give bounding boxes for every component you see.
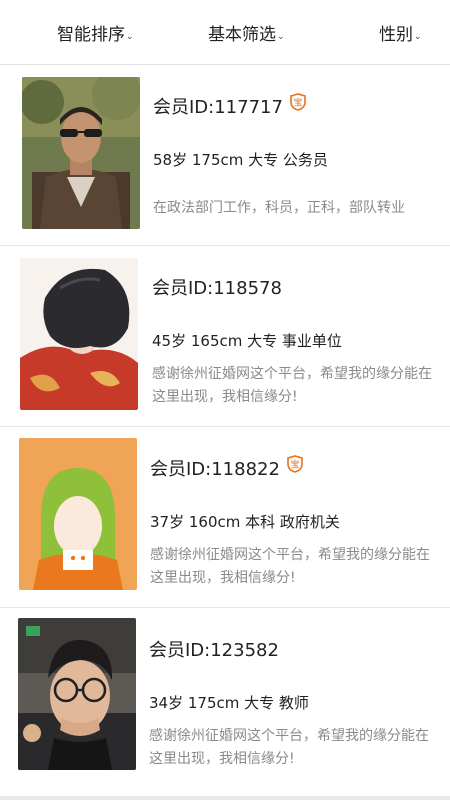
member-photo[interactable] xyxy=(18,618,136,770)
woman-short-hair-photo xyxy=(20,258,138,410)
verified-badge-icon: 宝 xyxy=(286,455,304,473)
member-info: 58岁 175cm 大专 公务员 xyxy=(153,151,328,169)
member-id-text: 会员ID:118578 xyxy=(152,278,282,299)
member-photo[interactable] xyxy=(22,77,140,229)
member-description: 感谢徐州征婚网这个平台，希望我的缘分能在这里出现，我相信缘分! xyxy=(149,728,429,767)
default-female-avatar-icon xyxy=(19,438,137,590)
member-description: 感谢徐州征婚网这个平台，希望我的缘分能在这里出现，我相信缘分! xyxy=(150,547,430,586)
sort-filter-label: 智能排序 xyxy=(57,25,125,45)
member-id-text: 会员ID:123582 xyxy=(149,640,279,661)
gender-filter-label: 性别 xyxy=(379,25,413,45)
man-sunglasses-photo xyxy=(22,77,140,229)
member-card[interactable]: 会员ID:123582 34岁 175cm 大专 教师 感谢徐州征婚网这个平台，… xyxy=(0,608,450,788)
member-card[interactable]: 会员ID:118578 45岁 165cm 大专 事业单位 感谢徐州征婚网这个平… xyxy=(0,246,450,427)
member-card[interactable]: 会员ID:117717 宝 58岁 175cm 大专 公务员 在政法部门工作，科员… xyxy=(0,65,450,246)
member-photo[interactable] xyxy=(19,438,137,590)
young-man-glasses-photo xyxy=(18,618,136,770)
chevron-down-icon: ⌄ xyxy=(414,32,422,42)
member-photo[interactable] xyxy=(20,258,138,410)
member-id: 会员ID:118578 xyxy=(152,274,282,300)
chevron-down-icon: ⌄ xyxy=(126,32,134,42)
chevron-down-icon: ⌄ xyxy=(277,32,285,42)
svg-text:宝: 宝 xyxy=(290,459,299,471)
member-description: 在政法部门工作，科员，正科，部队转业 xyxy=(153,200,405,216)
basic-filter-label: 基本筛选 xyxy=(208,25,276,45)
basic-filter-button[interactable]: 基本筛选⌄ xyxy=(208,20,285,45)
member-id: 会员ID:118822 宝 xyxy=(150,455,304,481)
member-info: 37岁 160cm 本科 政府机关 xyxy=(150,513,340,531)
member-info: 34岁 175cm 大专 教师 xyxy=(149,694,309,712)
svg-text:宝: 宝 xyxy=(293,97,302,109)
member-id-text: 会员ID:118822 xyxy=(150,459,280,480)
sort-filter-button[interactable]: 智能排序⌄ xyxy=(57,20,134,45)
next-card-edge xyxy=(0,796,450,800)
gender-filter-button[interactable]: 性别⌄ xyxy=(379,20,422,45)
member-card[interactable]: 会员ID:118822 宝 37岁 160cm 本科 政府机关 感谢徐州征婚网这个… xyxy=(0,427,450,608)
member-id: 会员ID:117717 宝 xyxy=(153,93,307,119)
member-description: 感谢徐州征婚网这个平台，希望我的缘分能在这里出现，我相信缘分! xyxy=(152,366,432,405)
member-info: 45岁 165cm 大专 事业单位 xyxy=(152,332,342,350)
verified-badge-icon: 宝 xyxy=(289,93,307,111)
member-id-text: 会员ID:117717 xyxy=(153,97,283,118)
member-id: 会员ID:123582 xyxy=(149,636,279,662)
filter-bar: 智能排序⌄ 基本筛选⌄ 性别⌄ xyxy=(0,0,450,65)
